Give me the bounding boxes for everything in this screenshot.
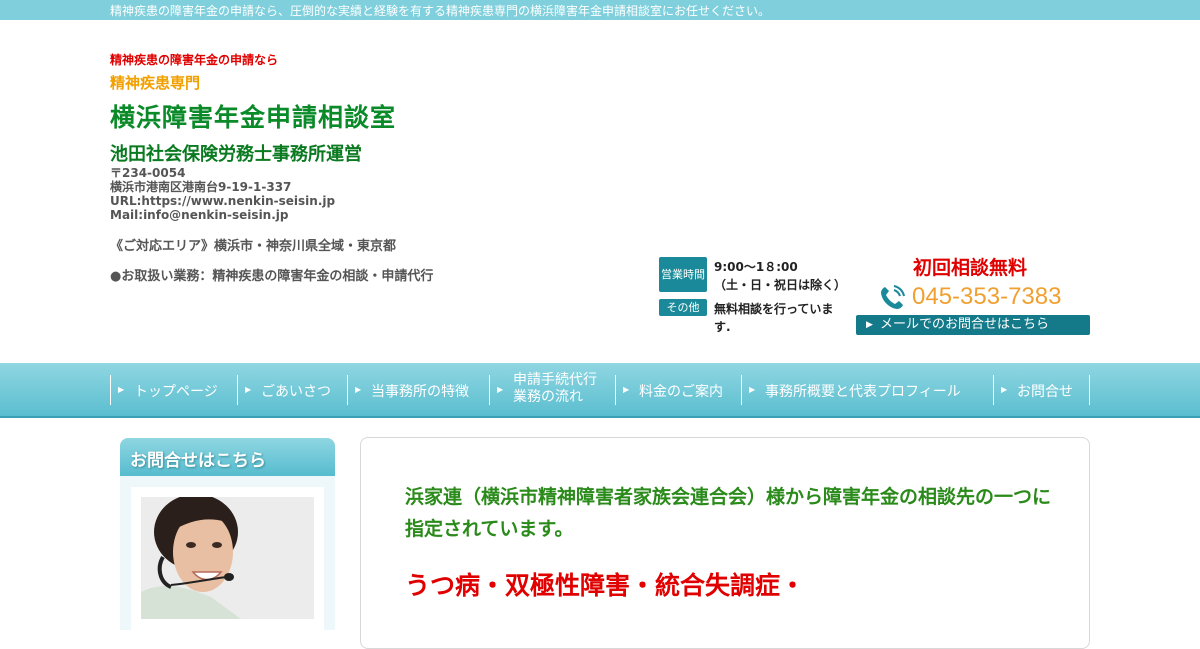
tagline-red: 精神疾患の障害年金の申請なら xyxy=(110,53,279,67)
nav-item-contact[interactable]: ▶ お問合せ xyxy=(993,375,1090,405)
free-consultation-label: 初回相談無料 xyxy=(913,257,1028,279)
triangle-right-icon: ▶ xyxy=(623,385,630,394)
nav-item-label-line1: 申請手続代行 xyxy=(513,372,597,388)
nav-item-label: 料金のご案内 xyxy=(639,384,723,400)
nav-item-label: 事務所概要と代表プロフィール xyxy=(765,384,961,400)
triangle-right-icon: ▶ xyxy=(355,385,362,394)
street-address: 横浜市港南区港南台9-19-1-337 xyxy=(110,180,292,194)
mail-inquiry-button[interactable]: ▶ メールでのお問合せはこちら xyxy=(856,315,1090,335)
operator-illustration xyxy=(141,497,314,619)
phone-icon xyxy=(881,285,905,309)
nav-item-process[interactable]: ▶ 申請手続代行 業務の流れ xyxy=(489,372,615,406)
triangle-right-icon: ▶ xyxy=(245,385,252,394)
conditions-heading: うつ病・双極性障害・統合失調症・ xyxy=(405,571,806,600)
nav-item-label: トップページ xyxy=(134,384,218,400)
service-area: 《ご対応エリア》横浜市・神奈川県全域・東京都 xyxy=(110,239,397,254)
hours-badge: 営業時間 xyxy=(659,257,707,292)
business-hours: 9:00～1８:00 xyxy=(714,260,798,274)
postal-code: 〒234-0054 xyxy=(110,166,186,180)
nav-item-profile[interactable]: ▶ 事務所概要と代表プロフィール xyxy=(741,375,992,405)
nav-item-label: ごあいさつ xyxy=(261,384,331,400)
sidebar-contact-heading: お問合せはこちら xyxy=(120,438,335,476)
global-nav: ▶ トップページ ▶ ごあいさつ ▶ 当事務所の特徴 ▶ 申請手続代行 業務の流… xyxy=(0,363,1200,418)
other-info: 無料相談を行っています. xyxy=(714,302,834,334)
nav-item-fees[interactable]: ▶ 料金のご案内 xyxy=(615,375,741,405)
site-subtitle: 池田社会保険労務士事務所運営 xyxy=(110,144,362,165)
nav-item-label: 当事務所の特徴 xyxy=(371,384,469,400)
nav-item-features[interactable]: ▶ 当事務所の特徴 xyxy=(347,375,488,405)
triangle-right-icon: ▶ xyxy=(1001,385,1008,394)
mail-inquiry-label: メールでのお問合せはこちら xyxy=(880,317,1050,332)
triangle-right-icon: ▶ xyxy=(749,385,756,394)
other-badge: その他 xyxy=(659,299,707,316)
top-banner: 精神疾患の障害年金の申請なら、圧倒的な実績と経験を有する精神疾患専門の横浜障害年… xyxy=(0,0,1200,20)
site-title[interactable]: 横浜障害年金申請相談室 xyxy=(110,98,396,134)
operator-photo[interactable] xyxy=(141,497,314,619)
nav-item-label: お問合せ xyxy=(1017,384,1073,400)
mail-address: Mail:info@nenkin-seisin.jp xyxy=(110,208,289,222)
triangle-right-icon: ▶ xyxy=(118,385,125,394)
nav-item-label-line2: 業務の流れ xyxy=(513,389,583,405)
site-url: URL:https://www.nenkin-seisin.jp xyxy=(110,194,336,208)
phone-number[interactable]: 045-353-7383 xyxy=(912,283,1061,311)
nav-item-top[interactable]: ▶ トップページ xyxy=(110,375,237,405)
designation-text: 浜家連（横浜市精神障害者家族会連合会）様から障害年金の相談先の一つに指定されてい… xyxy=(405,486,1052,540)
sidebar-heading-text: お問合せはこちら xyxy=(130,451,266,471)
top-banner-text: 精神疾患の障害年金の申請なら、圧倒的な実績と経験を有する精神疾患専門の横浜障害年… xyxy=(110,4,771,18)
business-scope: ●お取扱い業務：精神疾患の障害年金の相談・申請代行 xyxy=(110,269,434,284)
address-block: 〒234-0054 横浜市港南区港南台9-19-1-337 URL:https:… xyxy=(110,166,335,222)
triangle-right-icon: ▶ xyxy=(497,385,504,394)
tagline-orange: 精神疾患専門 xyxy=(110,74,201,92)
nav-item-label: 申請手続代行 業務の流れ xyxy=(513,372,597,406)
triangle-right-icon: ▶ xyxy=(866,320,873,330)
nav-item-greeting[interactable]: ▶ ごあいさつ xyxy=(237,375,347,405)
hours-note: （土・日・祝日は除く） xyxy=(714,278,847,292)
